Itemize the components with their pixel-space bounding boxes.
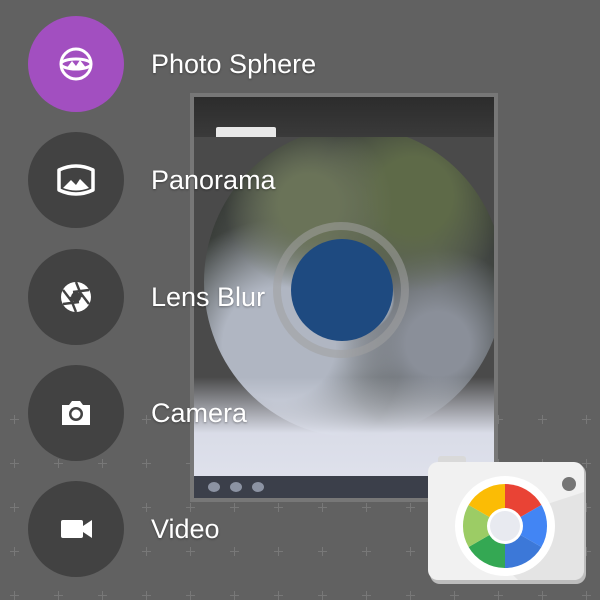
shutter-button[interactable] [291,239,393,341]
mode-video-label[interactable]: Video [151,513,220,545]
grid-plus-mark [142,503,151,512]
photo-sphere-icon [59,47,93,81]
grid-plus-mark [582,415,591,424]
grid-plus-mark [450,591,459,600]
grid-plus-mark [582,591,591,600]
aperture-icon [61,281,91,313]
grid-plus-mark [318,591,327,600]
grid-plus-mark [538,415,547,424]
grid-plus-mark [10,547,19,556]
mode-lens-blur-label[interactable]: Lens Blur [151,281,265,313]
grid-plus-mark [362,591,371,600]
grid-plus-mark [142,459,151,468]
grid-plus-mark [142,415,151,424]
grid-plus-mark [142,591,151,600]
grid-plus-mark [230,503,239,512]
grid-plus-mark [318,503,327,512]
grid-plus-mark [230,591,239,600]
grid-plus-mark [54,591,63,600]
grid-plus-mark [406,591,415,600]
grid-plus-mark [54,459,63,468]
preview-screen-top [194,97,494,137]
mode-panorama-button[interactable] [28,132,124,228]
mode-camera-label[interactable]: Camera [151,397,247,429]
mode-camera-button[interactable] [28,365,124,461]
grid-plus-mark [142,547,151,556]
grid-plus-mark [406,503,415,512]
grid-plus-mark [274,503,283,512]
videocam-icon [61,520,92,538]
grid-plus-mark [406,547,415,556]
grid-plus-mark [362,503,371,512]
mode-video-button[interactable] [28,481,124,577]
grid-plus-mark [274,591,283,600]
mode-lens-blur-button[interactable] [28,249,124,345]
grid-plus-mark [98,459,107,468]
grid-plus-mark [186,547,195,556]
grid-plus-mark [10,415,19,424]
mode-photo-sphere-label[interactable]: Photo Sphere [151,48,316,80]
grid-plus-mark [186,591,195,600]
grid-plus-mark [230,547,239,556]
grid-plus-mark [274,547,283,556]
camera-icon [62,401,90,425]
grid-plus-mark [494,591,503,600]
grid-plus-mark [10,591,19,600]
grid-plus-mark [98,591,107,600]
grid-plus-mark [318,547,327,556]
grid-plus-mark [10,503,19,512]
grid-plus-mark [186,503,195,512]
panorama-icon [57,164,95,196]
mode-panorama-label[interactable]: Panorama [151,164,276,196]
grid-plus-mark [538,591,547,600]
mode-photo-sphere-button[interactable] [28,16,124,112]
grid-plus-mark [362,547,371,556]
google-camera-app-icon [428,456,586,584]
grid-plus-mark [10,459,19,468]
